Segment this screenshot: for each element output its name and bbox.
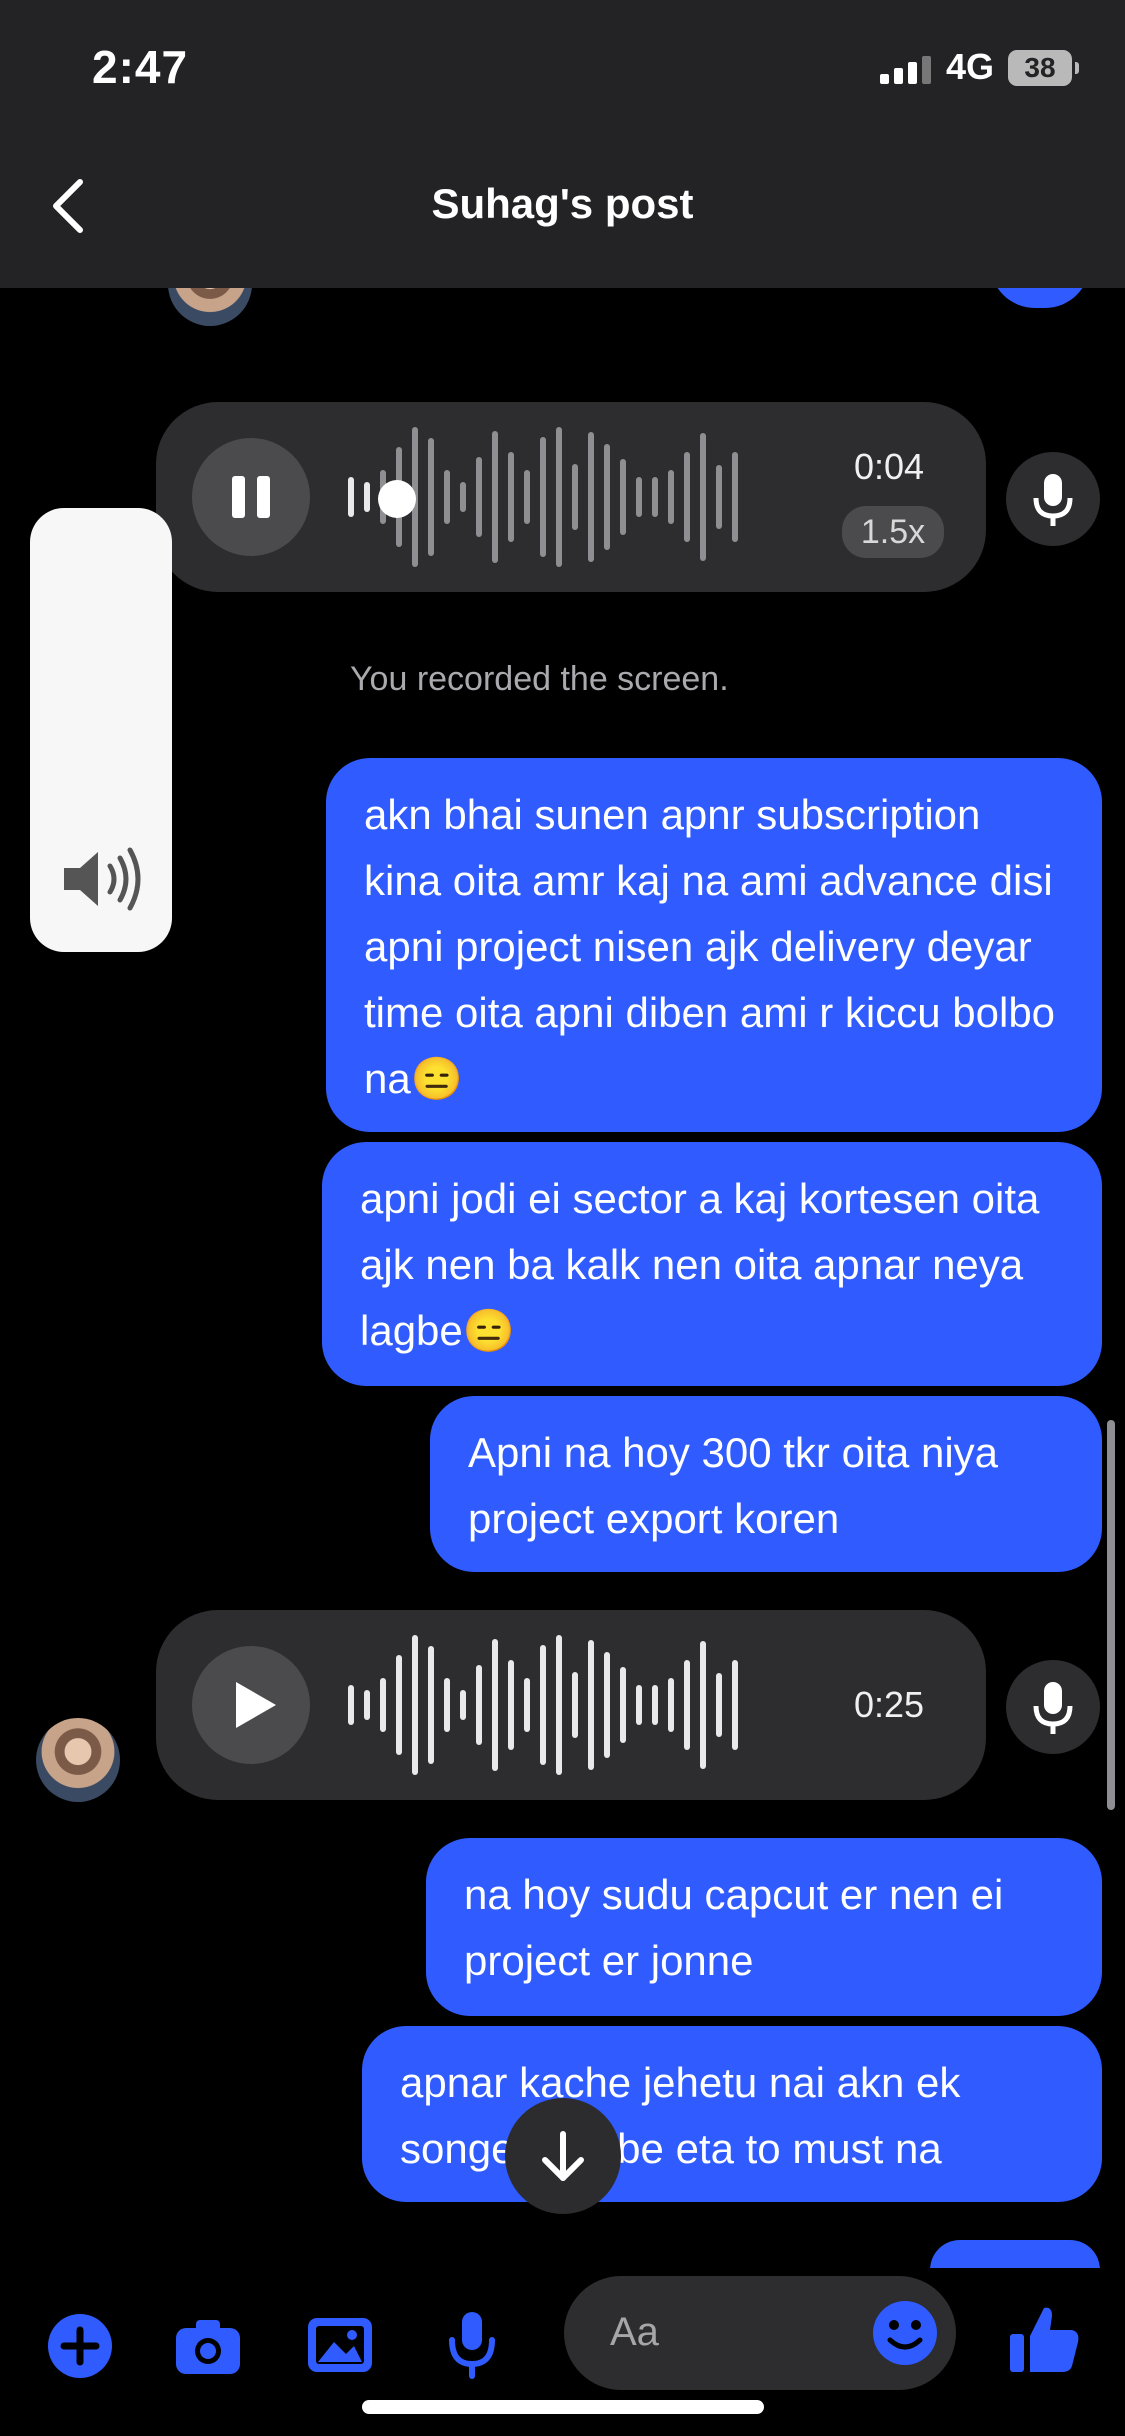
microphone-icon [1033,1682,1073,1734]
scrollbar[interactable] [1107,1420,1115,1810]
page-title: Suhag's post [431,180,694,227]
message-input-placeholder: Aa [610,2310,659,2354]
voice-duration: 0:04 [854,446,925,487]
voice-duration: 0:25 [854,1684,925,1725]
system-note: You recorded the screen. [350,660,729,698]
message-bubble[interactable]: na hoy sudu capcut er nen ei project er … [426,1838,1102,2016]
voice-message[interactable]: 0:04 1.5x [156,402,986,592]
voice-message[interactable]: 0:25 [156,1610,986,1800]
smiley-icon[interactable] [870,2298,940,2368]
scroll-down-button[interactable] [505,2098,621,2214]
transcribe-button[interactable] [1006,452,1100,546]
message-input[interactable]: Aa [564,2276,956,2390]
microphone-icon[interactable] [436,2308,508,2380]
microphone-icon [1033,474,1073,526]
camera-icon[interactable] [172,2310,244,2382]
transcribe-button[interactable] [1006,1660,1100,1754]
volume-indicator [30,508,172,952]
waveform[interactable] [348,1630,748,1780]
playhead[interactable] [378,480,416,518]
message-bubble-partial [930,2240,1100,2268]
battery-icon: 38 [1008,50,1079,86]
avatar [36,1718,120,1802]
message-bubble[interactable]: Apni na hoy 300 tkr oita niya project ex… [430,1396,1102,1572]
thumbs-up-icon[interactable] [1004,2298,1084,2378]
play-icon [236,1682,276,1728]
message-bubble[interactable]: akn bhai sunen apnr subscription kina oi… [326,758,1102,1132]
signal-icon [880,54,936,84]
network-type: 4G [946,46,995,87]
home-indicator [362,2400,764,2414]
plus-circle-icon[interactable] [44,2310,116,2382]
avatar [168,288,252,326]
arrow-down-icon [542,2131,584,2181]
message-bubble[interactable]: apnar kache jehetu nai akn ek songe a la… [362,2026,1102,2202]
speaker-icon [64,847,141,911]
image-icon[interactable] [304,2308,376,2380]
top-bar: 2:47 4G 38 Suhag's post [0,0,1125,288]
play-button[interactable] [192,1646,310,1764]
pause-icon [232,476,270,518]
pause-button[interactable] [192,438,310,556]
playback-speed-button[interactable]: 1.5x [842,506,944,558]
status-time: 2:47 [92,41,189,93]
message-bubble-partial [990,288,1090,308]
message-bubble[interactable]: apni jodi ei sector a kaj kortesen oita … [322,1142,1102,1386]
